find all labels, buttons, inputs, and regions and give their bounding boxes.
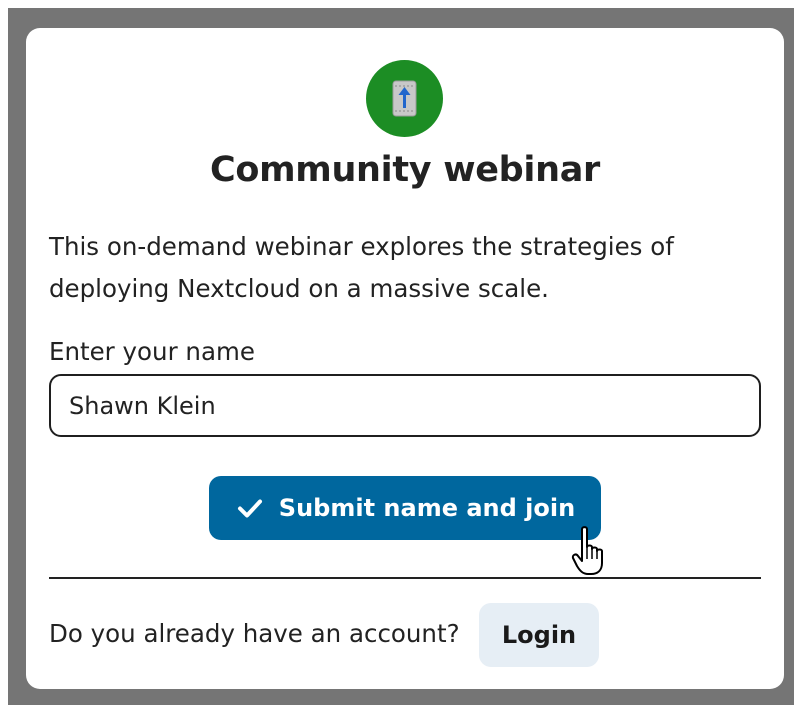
conversation-description: This on-demand webinar explores the stra… bbox=[49, 232, 674, 303]
submit-name-and-join-button[interactable]: Submit name and join bbox=[209, 476, 601, 540]
conversation-title: Community webinar bbox=[209, 150, 601, 190]
submit-button-label: Submit name and join bbox=[278, 494, 576, 522]
guest-name-input[interactable] bbox=[49, 374, 761, 437]
section-divider bbox=[49, 577, 761, 579]
login-button[interactable]: Login bbox=[479, 603, 599, 667]
hand-pointer-icon bbox=[571, 526, 603, 575]
check-icon bbox=[237, 499, 262, 518]
account-prompt: Do you already have an account? bbox=[49, 619, 460, 648]
room-icon bbox=[392, 80, 417, 117]
login-button-label: Login bbox=[501, 621, 577, 649]
name-field-label: Enter your name bbox=[49, 337, 255, 366]
conversation-avatar bbox=[366, 60, 443, 137]
